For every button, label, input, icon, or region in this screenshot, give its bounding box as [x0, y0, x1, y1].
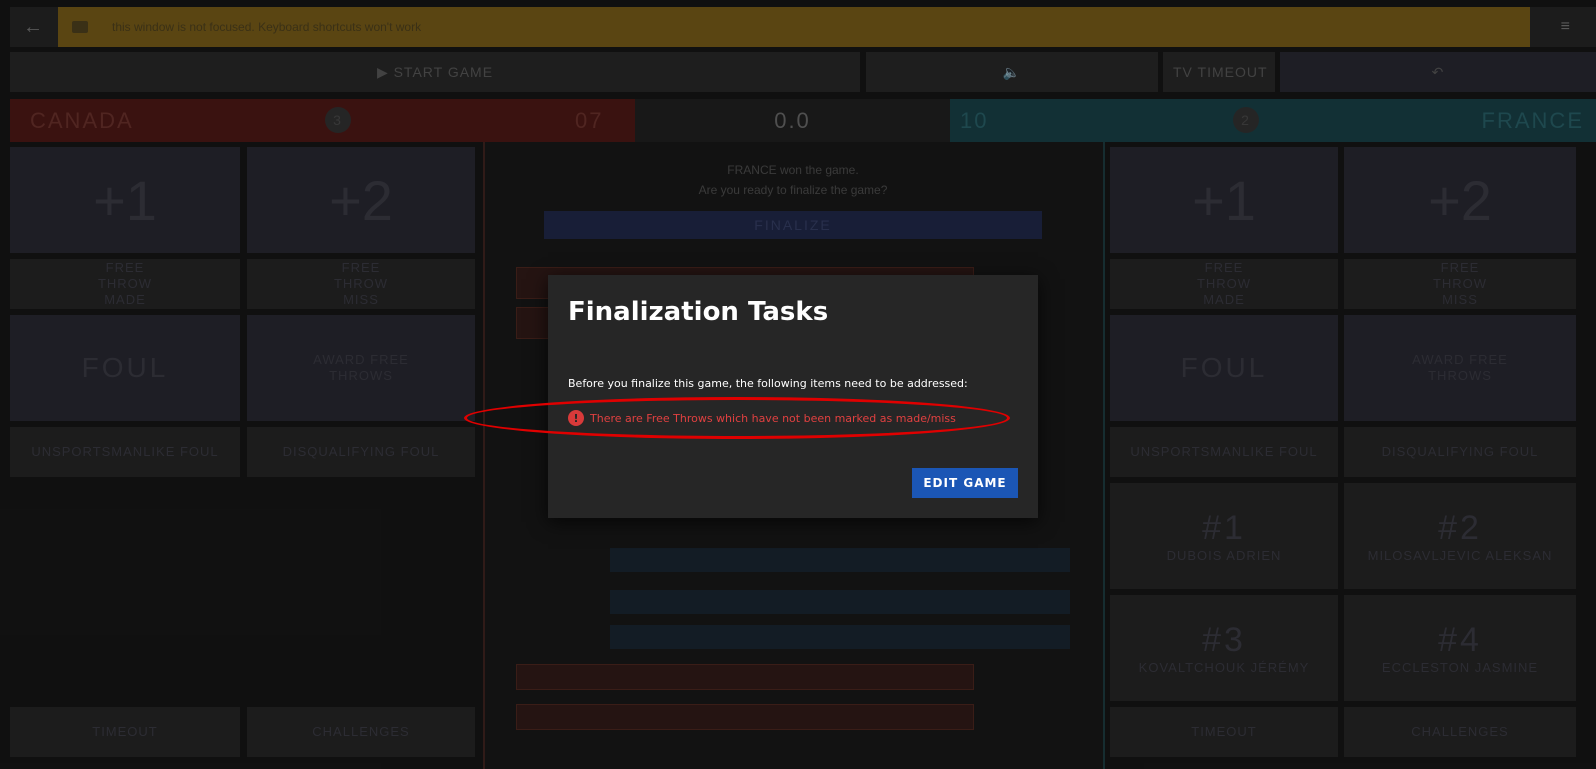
dialog-title: Finalization Tasks [568, 297, 829, 327]
dialog-intro: Before you finalize this game, the follo… [568, 377, 968, 390]
edit-game-button[interactable]: EDIT GAME [912, 468, 1018, 498]
annotation-ring [464, 397, 1010, 439]
